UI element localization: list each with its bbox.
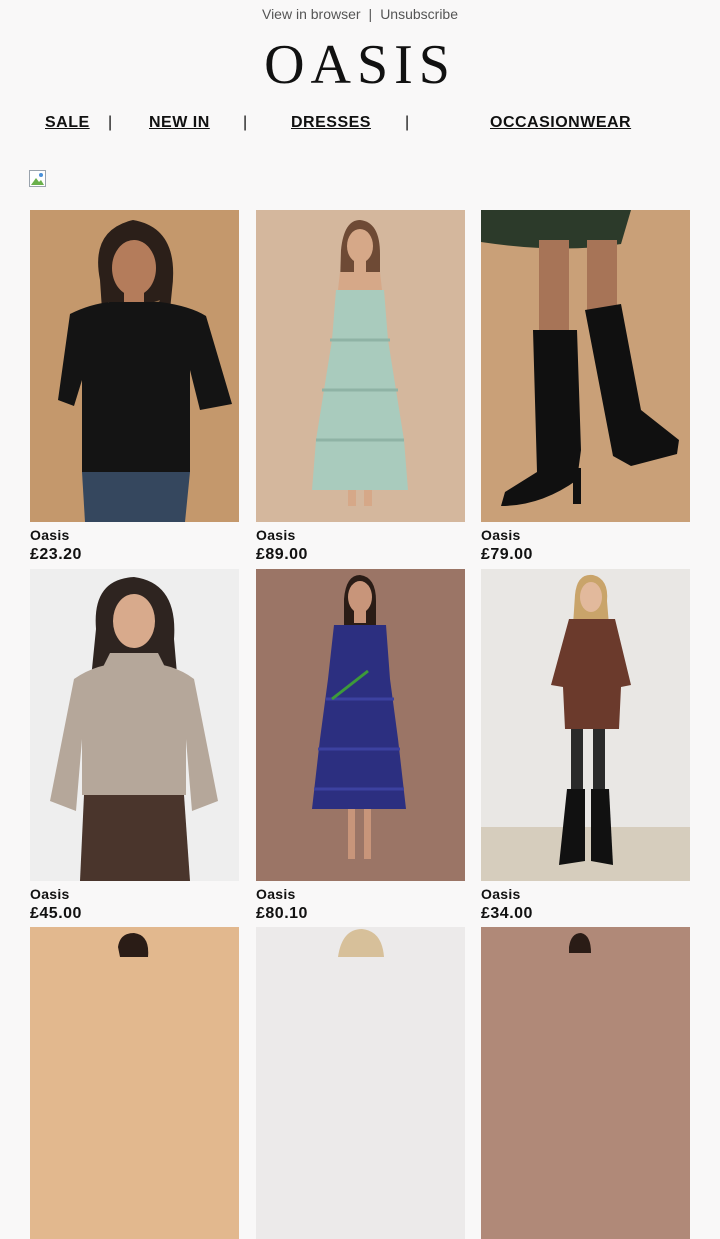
product-image[interactable] xyxy=(256,569,465,881)
product-card[interactable] xyxy=(256,927,465,1239)
product-image-bg xyxy=(481,210,690,522)
product-image[interactable] xyxy=(481,210,690,522)
product-image[interactable] xyxy=(30,927,239,1239)
product-card[interactable]: Oasis £80.10 xyxy=(256,569,465,923)
product-card[interactable] xyxy=(481,927,690,1239)
broken-image-icon[interactable] xyxy=(29,170,49,188)
product-price[interactable]: £80.10 xyxy=(256,905,465,923)
product-card[interactable]: Oasis £23.20 xyxy=(30,210,239,564)
brand-logo[interactable]: OASIS xyxy=(0,34,720,96)
product-image[interactable] xyxy=(256,210,465,522)
product-image-bg xyxy=(481,927,690,1239)
nav-dresses[interactable]: DRESSES xyxy=(291,114,371,132)
product-brand[interactable]: Oasis xyxy=(481,886,690,902)
product-image[interactable] xyxy=(30,569,239,881)
preheader-separator: | xyxy=(368,6,373,22)
product-brand[interactable]: Oasis xyxy=(30,886,239,902)
product-brand[interactable]: Oasis xyxy=(256,886,465,902)
nav-divider: | xyxy=(108,114,113,131)
category-nav: SALE | NEW IN | DRESSES | OCCASIONWEAR xyxy=(0,114,720,136)
product-image[interactable] xyxy=(481,927,690,1239)
product-price[interactable]: £23.20 xyxy=(30,546,239,564)
product-card[interactable]: Oasis £34.00 xyxy=(481,569,690,923)
product-card[interactable]: Oasis £45.00 xyxy=(30,569,239,923)
product-price[interactable]: £89.00 xyxy=(256,546,465,564)
unsubscribe-link[interactable]: Unsubscribe xyxy=(380,6,458,22)
product-card[interactable]: Oasis £89.00 xyxy=(256,210,465,564)
product-brand[interactable]: Oasis xyxy=(256,527,465,543)
product-image[interactable] xyxy=(256,927,465,1239)
product-image[interactable] xyxy=(481,569,690,881)
nav-new-in[interactable]: NEW IN xyxy=(149,114,210,132)
product-price[interactable]: £34.00 xyxy=(481,905,690,923)
product-brand[interactable]: Oasis xyxy=(481,527,690,543)
product-card[interactable] xyxy=(30,927,239,1239)
product-image[interactable] xyxy=(30,210,239,522)
nav-divider: | xyxy=(243,114,248,131)
preheader: View in browser | Unsubscribe xyxy=(0,6,720,22)
nav-sale[interactable]: SALE xyxy=(45,114,90,132)
product-price[interactable]: £45.00 xyxy=(30,905,239,923)
product-brand[interactable]: Oasis xyxy=(30,527,239,543)
view-in-browser-link[interactable]: View in browser xyxy=(262,6,361,22)
nav-occasionwear[interactable]: OCCASIONWEAR xyxy=(490,114,631,132)
product-price[interactable]: £79.00 xyxy=(481,546,690,564)
nav-divider: | xyxy=(405,114,410,131)
product-card[interactable]: Oasis £79.00 xyxy=(481,210,690,564)
product-image-bg xyxy=(30,927,239,1239)
product-image-bg xyxy=(256,927,465,1239)
